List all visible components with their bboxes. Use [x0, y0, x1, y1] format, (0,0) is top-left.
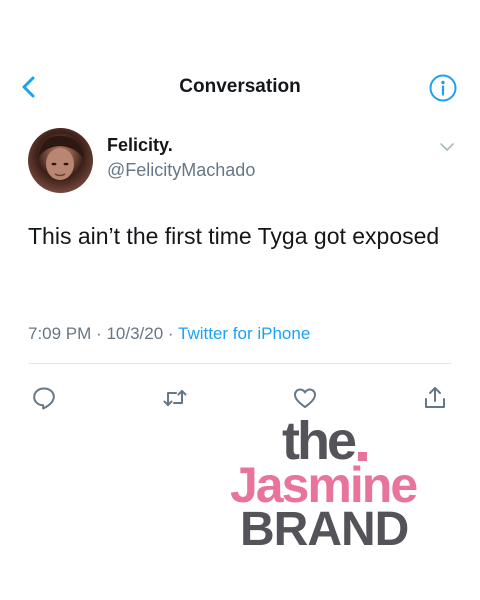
avatar[interactable]: [28, 128, 93, 193]
share-icon: [425, 387, 445, 408]
like-icon: [294, 388, 316, 408]
tweet-text: This ain’t the first time Tyga got expos…: [28, 223, 440, 249]
tweet-time[interactable]: 7:09 PM: [28, 324, 91, 343]
tweet-date[interactable]: 10/3/20: [106, 324, 163, 343]
author-handle[interactable]: @FelicityMachado: [107, 160, 255, 181]
author-name[interactable]: Felicity.: [107, 135, 173, 156]
info-circle-icon: [429, 74, 457, 102]
meta-separator: ·: [167, 324, 174, 343]
retweet-button[interactable]: [162, 385, 188, 411]
avatar-photo: [38, 135, 84, 180]
more-options-button[interactable]: [438, 140, 456, 154]
share-button[interactable]: [422, 385, 448, 411]
reply-icon: [33, 387, 55, 410]
reply-button[interactable]: [31, 385, 57, 411]
tweet-screen: Conversation Felicity. @FelicityMachado …: [0, 0, 480, 600]
info-button[interactable]: [428, 73, 458, 103]
navigation-bar: Conversation: [0, 64, 480, 110]
like-button[interactable]: [292, 385, 318, 411]
retweet-icon: [163, 390, 187, 406]
page-title: Conversation: [179, 76, 301, 97]
chevron-down-icon: [440, 143, 454, 151]
tweet-source-link[interactable]: Twitter for iPhone: [178, 324, 310, 343]
tweet-metadata: 7:09 PM · 10/3/20 · Twitter for iPhone: [28, 324, 310, 344]
watermark-logo: the Jasmine BRAND: [230, 414, 460, 554]
divider: [28, 363, 452, 364]
meta-separator: ·: [96, 324, 102, 343]
watermark-brand: BRAND: [240, 503, 409, 556]
